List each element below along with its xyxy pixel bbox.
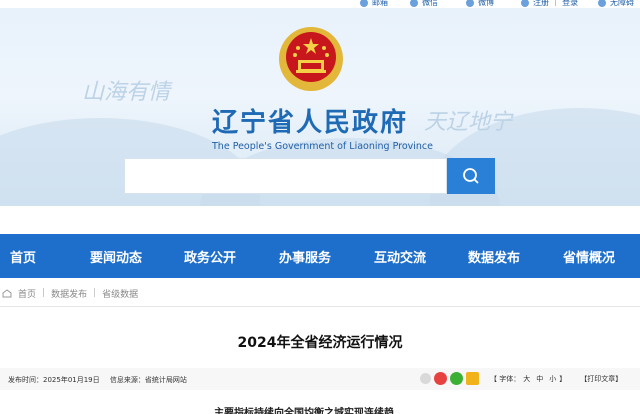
font-size-large[interactable]: 大 xyxy=(523,374,530,384)
mail-icon xyxy=(360,0,368,7)
search-button[interactable] xyxy=(447,158,495,194)
topbar-link-login[interactable]: 注册 ｜ 登录 xyxy=(521,0,578,8)
nav-item-disclosure[interactable]: 政务公开 xyxy=(184,234,236,278)
info-source: 信息来源：省统计局网站 xyxy=(109,376,187,384)
weibo-share-icon[interactable] xyxy=(434,372,447,385)
nav-item-data[interactable]: 数据发布 xyxy=(468,234,520,278)
nav-item-overview[interactable]: 省情概况 xyxy=(563,234,615,278)
brush-slogan-left: 山海有情 xyxy=(82,80,171,105)
nav-item-news[interactable]: 要闻动态 xyxy=(90,234,142,278)
print-article-button[interactable]: 【打印文章】 xyxy=(580,374,622,384)
divider xyxy=(0,306,640,307)
nav-spacer xyxy=(0,206,640,234)
article-meta-bar: 发布时间：2025年01月19日 信息来源：省统计局网站 【 字体： 大 中 小… xyxy=(0,368,640,390)
nav-item-services[interactable]: 办事服务 xyxy=(279,234,331,278)
breadcrumb-separator: | xyxy=(42,288,46,298)
font-size-label: 【 字体： xyxy=(490,374,521,383)
breadcrumb: 首页 | 数据发布 | 省级数据 xyxy=(0,285,640,301)
search-icon xyxy=(463,168,479,184)
breadcrumb-home[interactable]: 首页 xyxy=(18,287,36,300)
breadcrumb-data[interactable]: 数据发布 xyxy=(51,287,87,300)
article-tools: 【 字体： 大 中 小 】 【打印文章】 xyxy=(420,372,622,385)
wechat-share-icon[interactable] xyxy=(450,372,463,385)
publish-time: 发布时间：2025年01月19日 xyxy=(8,376,100,384)
font-size-medium[interactable]: 中 xyxy=(536,374,543,384)
article-title: 2024年全省经济运行情况 xyxy=(237,335,403,351)
font-size-small[interactable]: 小 xyxy=(549,374,556,384)
topbar-link-mail[interactable]: 邮箱 xyxy=(360,0,388,8)
site-subtitle: The People's Government of Liaoning Prov… xyxy=(212,141,433,152)
article-body-first-line: 主要指标持续向全国均衡之城实现连续趋 xyxy=(214,408,394,414)
utility-bar: 邮箱 微信 微博 注册 ｜ 登录 无障碍 xyxy=(0,0,640,8)
header-banner: 山海有情 天辽地宁 辽宁省人民政府 The People's Governmen… xyxy=(0,8,640,206)
search-input[interactable] xyxy=(124,158,447,194)
national-emblem-icon xyxy=(279,27,343,91)
wechat-icon xyxy=(410,0,418,7)
qzone-share-icon[interactable] xyxy=(466,372,479,385)
home-icon xyxy=(2,289,12,298)
breadcrumb-separator: | xyxy=(93,288,97,298)
nav-item-interaction[interactable]: 互动交流 xyxy=(374,234,426,278)
font-size-close: 】 xyxy=(559,374,567,383)
nav-item-home[interactable]: 首页 xyxy=(10,234,36,278)
article-meta-left: 发布时间：2025年01月19日 信息来源：省统计局网站 xyxy=(8,375,187,385)
topbar-link-accessibility[interactable]: 无障碍 xyxy=(598,0,634,8)
share-icon[interactable] xyxy=(420,373,431,384)
breadcrumb-provincial[interactable]: 省级数据 xyxy=(102,287,138,300)
topbar-link-wechat[interactable]: 微信 xyxy=(410,0,438,8)
user-icon xyxy=(521,0,529,7)
main-nav: 首页 要闻动态 政务公开 办事服务 互动交流 数据发布 省情概况 xyxy=(0,234,640,278)
accessibility-icon xyxy=(598,0,606,7)
weibo-icon xyxy=(466,0,474,7)
topbar-link-weibo[interactable]: 微博 xyxy=(466,0,494,8)
brush-slogan-right: 天辽地宁 xyxy=(424,110,513,135)
site-title: 辽宁省人民政府 xyxy=(212,108,409,138)
